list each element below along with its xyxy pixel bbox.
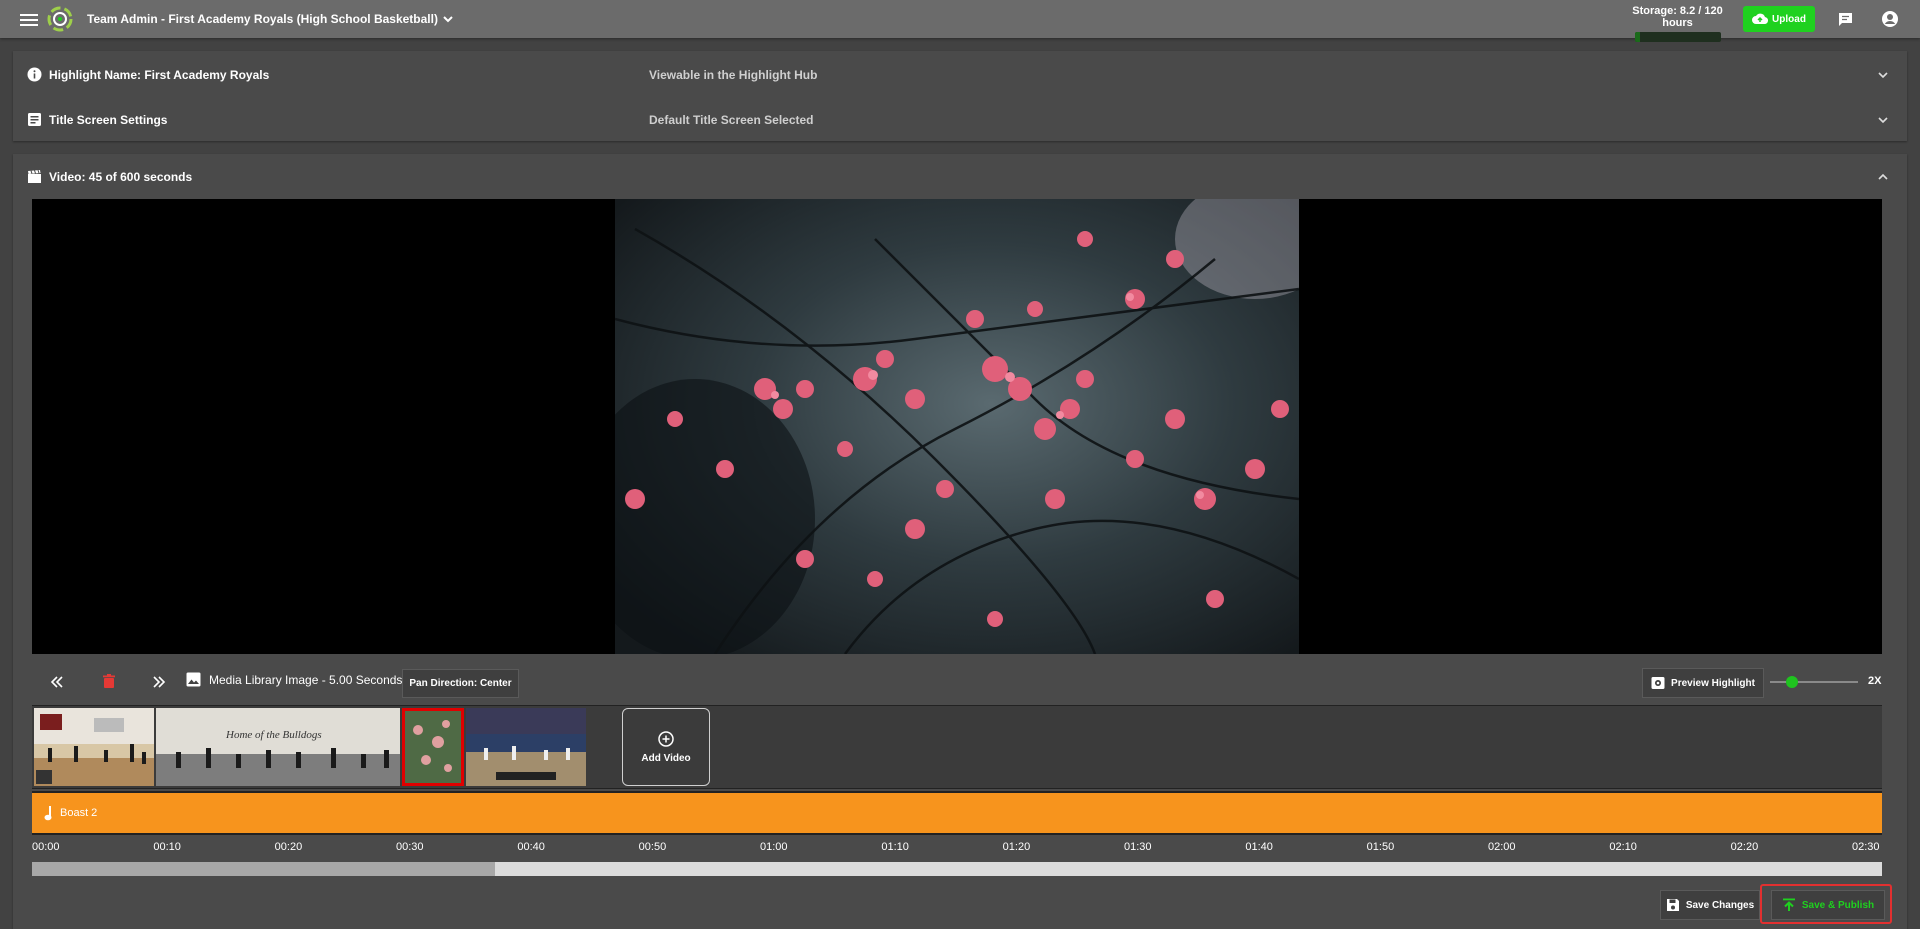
top-app-bar: Team Admin - First Academy Royals (High …: [0, 0, 1920, 42]
timeline-tick: 01:10: [881, 841, 909, 853]
previous-clip-icon[interactable]: [50, 675, 64, 689]
pan-direction-button[interactable]: Pan Direction: Center: [402, 669, 519, 698]
timeline-tick: 01:00: [760, 841, 788, 853]
add-circle-icon: [658, 730, 674, 747]
storage-bar-fill: [1634, 32, 1641, 42]
media-info: Media Library Image - 5.00 Seconds: [186, 672, 402, 687]
add-video-label: Add Video: [641, 752, 691, 764]
chevron-down-icon: [443, 16, 453, 23]
preview-highlight-label: Preview Highlight: [1671, 677, 1755, 689]
timeline-tick: 01:20: [1002, 841, 1031, 853]
chevron-down-icon[interactable]: [1877, 69, 1889, 81]
team-title: Team Admin - First Academy Royals (High …: [87, 12, 438, 26]
title-screen-row[interactable]: Title Screen Settings Default Title Scre…: [13, 97, 1907, 141]
timeline-tick: 00:20: [274, 841, 303, 853]
filmstrip: Home of the Bulldogs Add Video: [32, 705, 1882, 789]
title-screen-icon: [28, 113, 41, 126]
chat-icon[interactable]: [1837, 11, 1854, 28]
preview-highlight-button[interactable]: Preview Highlight: [1642, 668, 1764, 698]
settings-panel: Highlight Name: First Academy Royals Vie…: [13, 51, 1907, 141]
hamburger-menu-icon[interactable]: [20, 11, 38, 27]
highlight-visibility: Viewable in the Highlight Hub: [649, 68, 818, 82]
timeline-tick: 00:00: [32, 841, 60, 853]
timeline-tick: 02:20: [1730, 841, 1759, 853]
save-and-publish-label: Save & Publish: [1801, 899, 1875, 911]
title-screen-label: Title Screen Settings: [49, 113, 168, 127]
storage-bar: [1634, 32, 1721, 42]
delete-icon[interactable]: [102, 674, 116, 689]
save-changes-label: Save Changes: [1685, 899, 1755, 911]
chevron-down-icon[interactable]: [1877, 114, 1889, 126]
preview-icon: [1651, 677, 1665, 689]
preview-image: [615, 199, 1299, 654]
publish-icon: [1782, 898, 1795, 911]
media-label: Media Library Image - 5.00 Seconds: [209, 672, 403, 687]
timeline-tick: 00:40: [517, 841, 545, 853]
upload-label: Upload: [1772, 13, 1806, 25]
app-logo[interactable]: [46, 5, 74, 33]
timeline-tick: 00:30: [396, 841, 424, 853]
clip-thumbnail[interactable]: [466, 708, 586, 786]
clip-thumbnail[interactable]: Home of the Bulldogs: [156, 708, 400, 786]
chevron-up-icon[interactable]: [1877, 171, 1889, 183]
timeline-tick: 01:50: [1366, 841, 1395, 853]
storage-label: Storage: 8.2 / 120 hours: [1632, 5, 1723, 29]
title-screen-status: Default Title Screen Selected: [649, 113, 814, 127]
image-icon: [186, 672, 201, 687]
account-icon[interactable]: [1881, 10, 1899, 28]
timeline-tick: 01:40: [1245, 841, 1273, 853]
video-header-row[interactable]: Video: 45 of 600 seconds: [13, 154, 1907, 198]
upload-button[interactable]: Upload: [1743, 6, 1815, 32]
storage-indicator: Storage: 8.2 / 120 hours: [1620, 5, 1735, 42]
video-duration-label: Video: 45 of 600 seconds: [49, 170, 193, 184]
pan-direction-label: Pan Direction: Center: [409, 678, 512, 689]
save-icon: [1666, 899, 1679, 911]
timeline-progress-fill: [32, 862, 495, 876]
clip-thumbnail-selected[interactable]: [402, 708, 464, 786]
speed-slider[interactable]: [1770, 676, 1858, 688]
info-icon: [27, 67, 42, 82]
svg-text:Home of the Bulldogs: Home of the Bulldogs: [225, 729, 322, 741]
clip-thumbnail[interactable]: [34, 708, 154, 786]
timeline-tick: 02:00: [1488, 841, 1516, 853]
timeline-progress-bar[interactable]: [32, 862, 1882, 876]
save-and-publish-button[interactable]: Save & Publish: [1771, 890, 1885, 920]
next-clip-icon[interactable]: [152, 675, 166, 689]
add-video-button[interactable]: Add Video: [622, 708, 710, 786]
movie-clapper-icon: [28, 169, 41, 183]
timeline-tick: 02:10: [1609, 841, 1637, 853]
highlight-name-label: Highlight Name: First Academy Royals: [49, 68, 270, 82]
save-changes-button[interactable]: Save Changes: [1660, 890, 1760, 920]
highlight-name-row[interactable]: Highlight Name: First Academy Royals Vie…: [13, 52, 1907, 96]
music-track-name: Boast 2: [60, 807, 98, 819]
speed-label: 2X: [1868, 675, 1882, 687]
timeline-tick: 00:50: [638, 841, 667, 853]
timeline-tick: 00:10: [153, 841, 181, 853]
music-note-icon: [44, 806, 52, 821]
timeline-tick: 02:30: [1852, 841, 1880, 853]
music-track[interactable]: Boast 2: [32, 791, 1882, 835]
team-selector[interactable]: Team Admin - First Academy Royals (High …: [87, 12, 454, 26]
speed-slider-thumb[interactable]: [1786, 676, 1798, 688]
timeline-tick: 01:30: [1124, 841, 1152, 853]
cloud-upload-icon: [1752, 13, 1769, 25]
